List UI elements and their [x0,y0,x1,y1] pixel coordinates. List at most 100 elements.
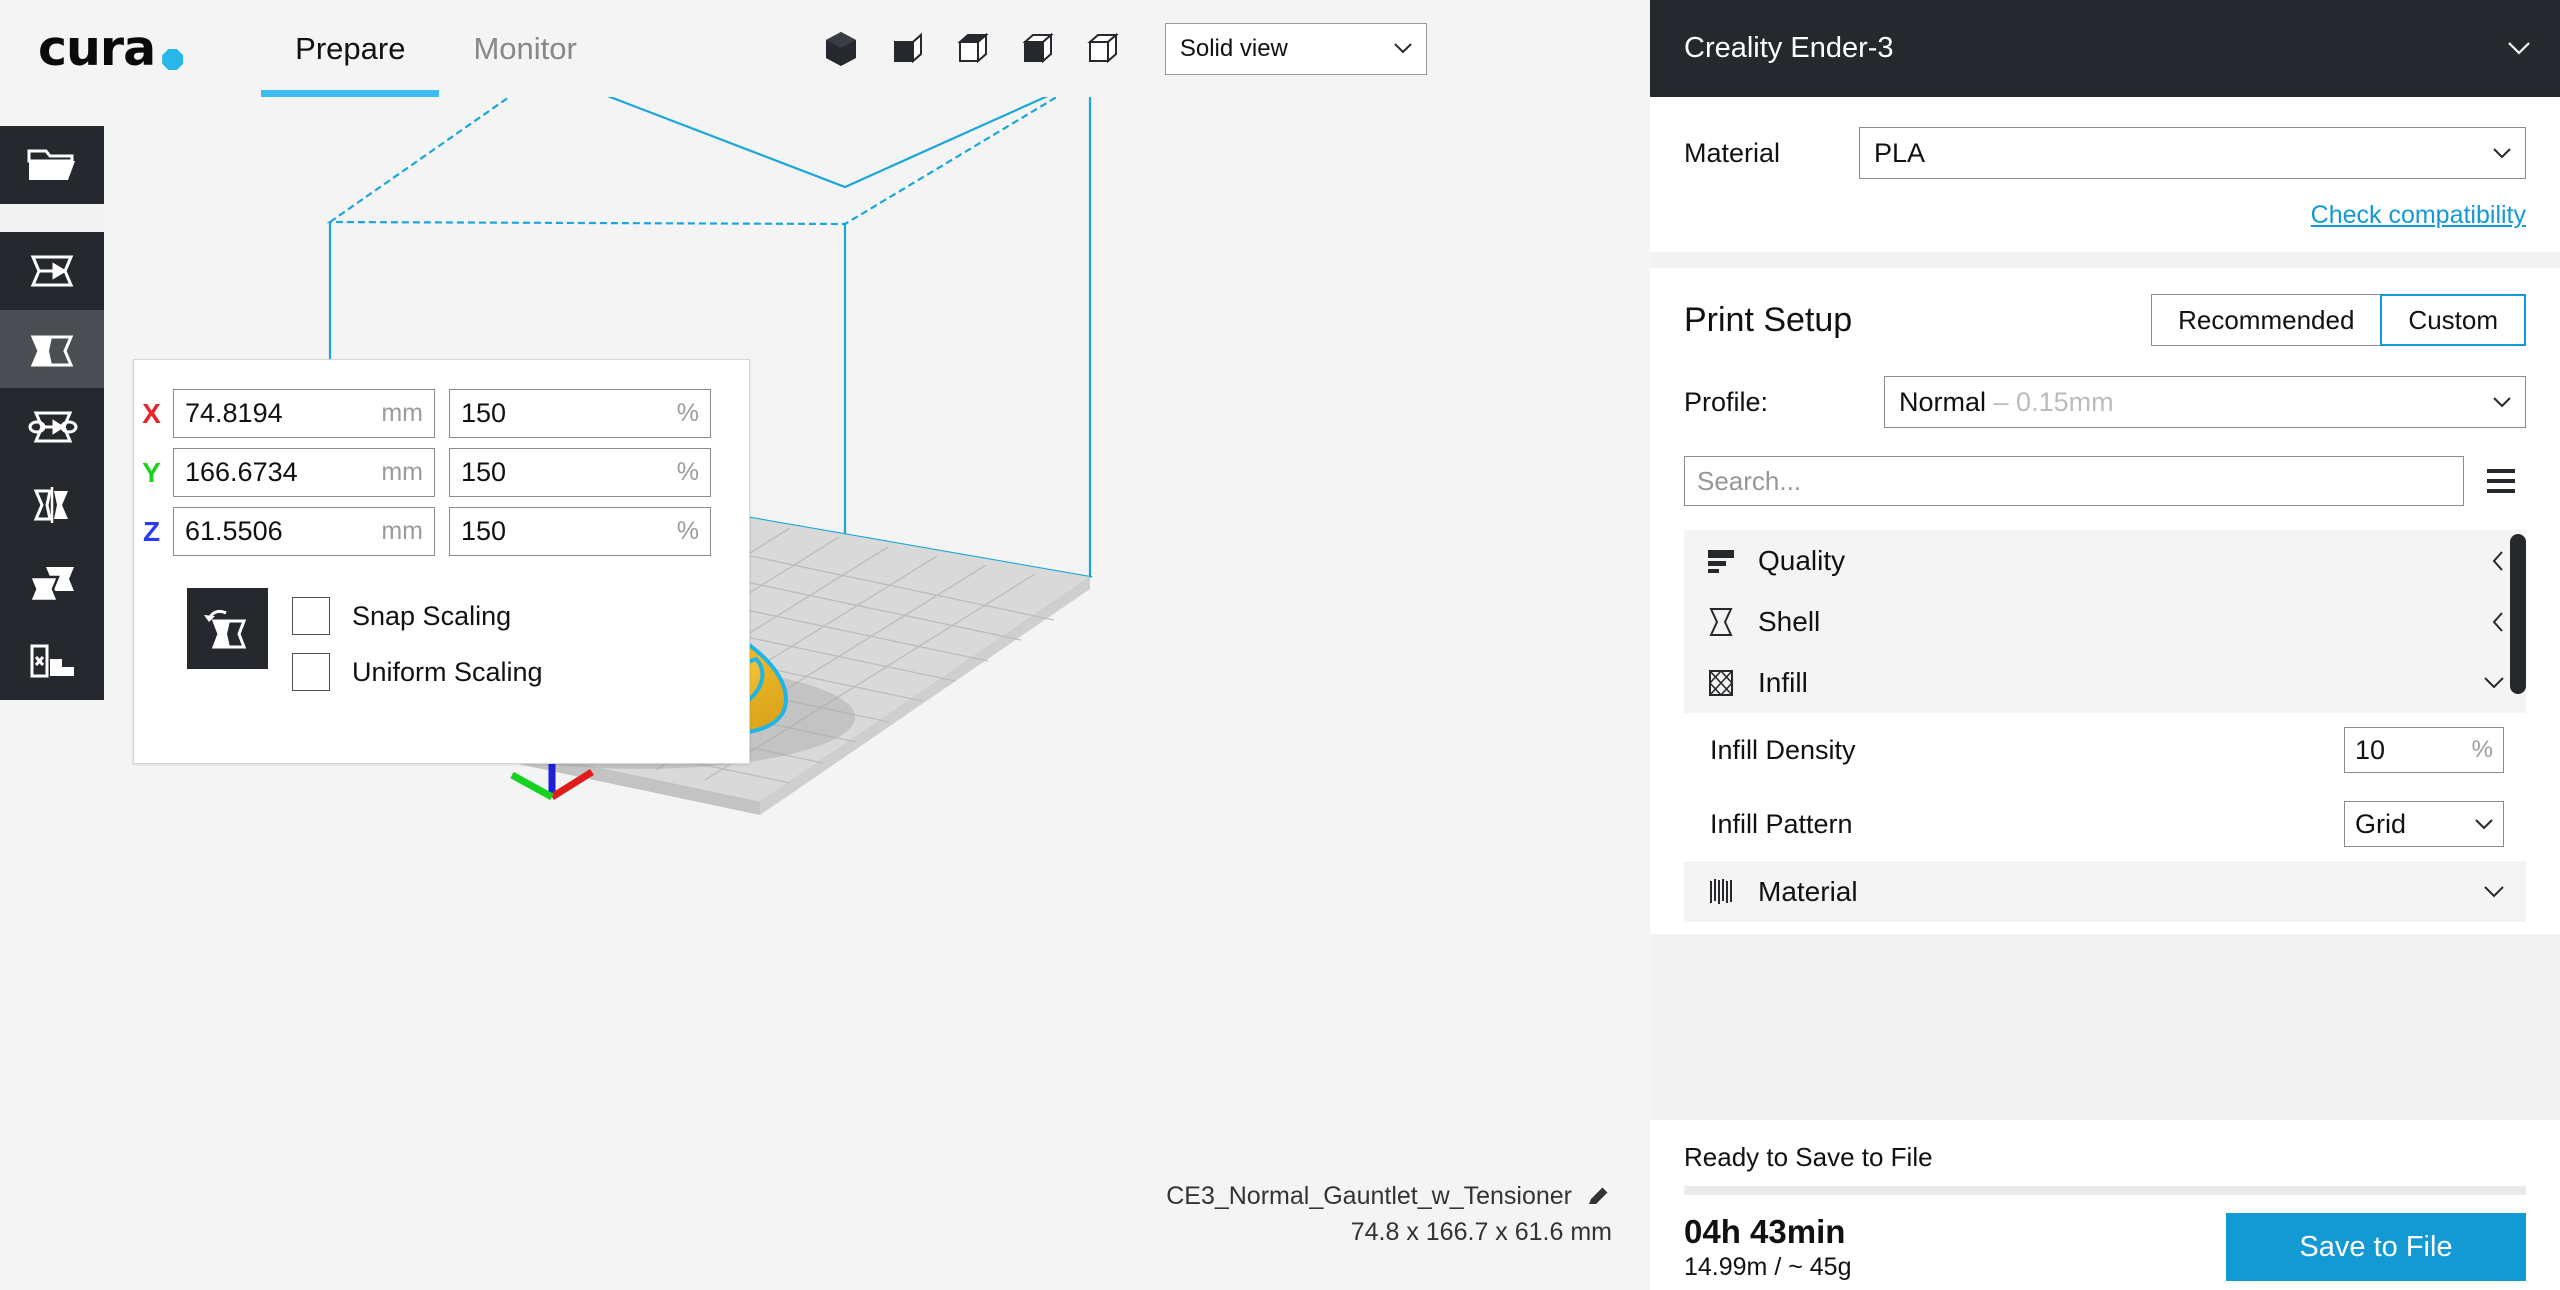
move-tool[interactable] [0,232,104,310]
support-blocker-tool[interactable] [0,622,104,700]
reset-scale-icon [200,601,256,657]
right-sidebar: Creality Ender-3 Material PLA Check comp… [1650,0,2560,1290]
snap-scaling-label: Snap Scaling [352,601,511,632]
quality-icon [1702,542,1740,580]
scale-x-percent-value: 150 [461,398,506,429]
settings-scrollbar[interactable] [2510,534,2526,694]
scale-x-mm-input[interactable]: 74.8194 mm [173,389,435,438]
cube-corner-icon[interactable] [1016,29,1056,69]
infill-icon [1702,664,1740,702]
search-placeholder: Search... [1697,466,1801,497]
category-label: Shell [1758,606,2492,638]
chevron-down-icon [2493,397,2511,408]
material-select[interactable]: PLA [1859,127,2526,179]
print-job-footer: Ready to Save to File 04h 43min 14.99m /… [1650,1120,2560,1290]
category-label: Quality [1758,545,2492,577]
settings-category-infill[interactable]: Infill [1684,652,2526,713]
settings-category-quality[interactable]: Quality [1684,530,2526,591]
logo-text: cura [38,24,155,73]
profile-select[interactable]: Normal – 0.15mm [1884,376,2526,428]
scale-z-percent-unit: % [677,517,699,546]
rotate-icon [24,399,80,455]
scale-x-percent-unit: % [677,399,699,428]
infill-pattern-select[interactable]: Grid [2344,801,2504,847]
recommended-mode-button[interactable]: Recommended [2151,294,2381,346]
category-label: Infill [1758,667,2484,699]
top-bar: cura Prepare Monitor [0,0,1650,97]
mirror-tool[interactable] [0,466,104,544]
support-blocker-icon [24,633,80,689]
scale-z-mm-unit: mm [381,517,423,546]
scale-z-mm-value: 61.5506 [185,516,283,547]
view-mode-label: Solid view [1180,35,1288,63]
chevron-down-icon [2484,886,2504,898]
tab-monitor[interactable]: Monitor [439,0,610,97]
snap-scaling-checkbox[interactable] [292,597,330,635]
cube-outline-icon[interactable] [1081,29,1121,69]
material-section: Material PLA Check compatibility [1650,97,2560,252]
main-tabs: Prepare Monitor [261,0,611,97]
model-info: CE3_Normal_Gauntlet_w_Tensioner 74.8 x 1… [1166,1178,1612,1251]
setting-row-infill-density: Infill Density 10 % [1684,713,2526,787]
chevron-down-icon [2508,42,2530,55]
mirror-icon [24,477,80,533]
print-setup-section: Print Setup Recommended Custom Profile: … [1650,268,2560,934]
scale-y-mm-unit: mm [381,458,423,487]
scale-z-percent-input[interactable]: 150 % [449,507,711,556]
scale-y-percent-input[interactable]: 150 % [449,448,711,497]
pencil-icon[interactable] [1586,1183,1612,1209]
recommended-mode-label: Recommended [2178,305,2354,336]
uniform-scaling-checkbox[interactable] [292,653,330,691]
cube-solid-icon[interactable] [821,29,861,69]
uniform-scaling-label: Uniform Scaling [352,657,543,688]
scale-y-mm-value: 166.6734 [185,457,298,488]
scale-x-percent-input[interactable]: 150 % [449,389,711,438]
search-input[interactable]: Search... [1684,456,2464,506]
scale-z-mm-input[interactable]: 61.5506 mm [173,507,435,556]
profile-value: Normal [1899,387,1986,417]
settings-category-shell[interactable]: Shell [1684,591,2526,652]
check-compatibility-link[interactable]: Check compatibility [1684,201,2526,230]
view-icon-group [821,29,1121,69]
snap-scaling-row[interactable]: Snap Scaling [292,588,543,644]
custom-mode-button[interactable]: Custom [2380,294,2526,346]
setting-value: 10 [2355,735,2385,766]
save-to-file-button[interactable]: Save to File [2226,1213,2526,1281]
chevron-left-icon [2492,612,2504,632]
material-icon [1702,873,1740,911]
cube-shaded-icon[interactable] [886,29,926,69]
scale-tool[interactable] [0,310,104,388]
search-row: Search... [1684,456,2526,506]
origin-x-axis [552,772,592,797]
logo-dot-icon [162,49,183,70]
scale-row-z: Z 61.5506 mm 150 % [134,507,749,556]
scale-y-percent-value: 150 [461,457,506,488]
open-file-tool[interactable] [0,126,104,204]
view-mode-select[interactable]: Solid view [1165,23,1427,75]
section-divider [1650,252,2560,268]
cura-logo: cura [38,24,183,73]
cube-half-icon[interactable] [951,29,991,69]
hamburger-menu-icon[interactable] [2476,469,2526,493]
infill-density-input[interactable]: 10 % [2344,727,2504,773]
scale-y-mm-input[interactable]: 166.6734 mm [173,448,435,497]
scale-z-percent-value: 150 [461,516,506,547]
per-model-settings-tool[interactable] [0,544,104,622]
tab-monitor-label: Monitor [473,31,576,67]
axis-label-x: X [134,398,169,430]
chevron-down-icon [2475,819,2493,830]
settings-category-material[interactable]: Material [1684,861,2526,922]
save-row: 04h 43min 14.99m / ~ 45g Save to File [1684,1212,2526,1283]
setting-row-infill-pattern: Infill Pattern Grid [1684,787,2526,861]
chevron-down-icon [2484,677,2504,689]
ready-status-text: Ready to Save to File [1684,1142,2526,1173]
tab-prepare[interactable]: Prepare [261,0,439,97]
scale-dialog-bottom: Snap Scaling Uniform Scaling [134,566,749,700]
model-dimensions: 74.8 x 166.7 x 61.6 mm [1166,1214,1612,1250]
printer-selector[interactable]: Creality Ender-3 [1650,0,2560,97]
print-time: 04h 43min [1684,1212,1851,1252]
progress-bar [1684,1186,2526,1195]
uniform-scaling-row[interactable]: Uniform Scaling [292,644,543,700]
reset-scale-button[interactable] [187,588,268,669]
rotate-tool[interactable] [0,388,104,466]
